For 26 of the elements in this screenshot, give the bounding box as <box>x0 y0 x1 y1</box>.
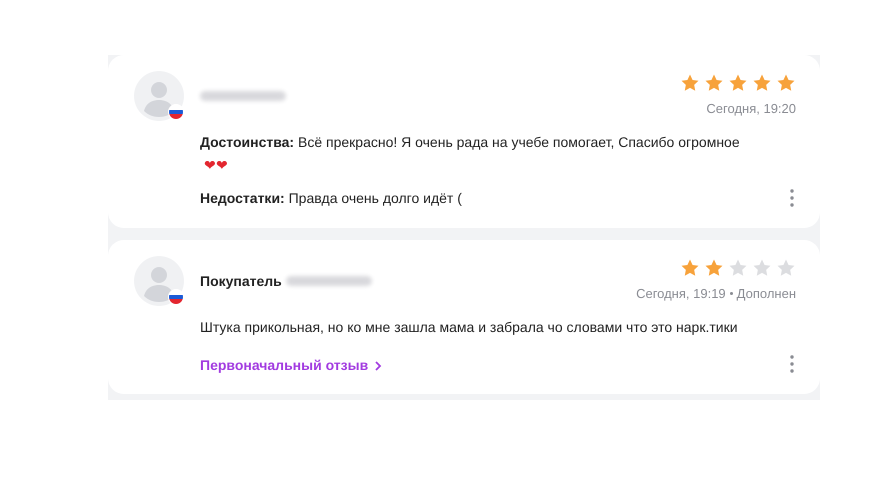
avatar-icon <box>134 256 184 306</box>
star-icon <box>680 258 700 278</box>
more-options-button[interactable] <box>788 354 796 374</box>
author-name: Покупатель <box>200 272 282 291</box>
star-icon <box>704 73 724 93</box>
russia-flag-icon <box>168 104 184 120</box>
star-icon <box>776 73 796 93</box>
star-icon <box>680 73 700 93</box>
more-options-button[interactable] <box>788 188 796 208</box>
review-date: Сегодня, 19:20 <box>706 100 796 118</box>
review-status: Дополнен <box>736 285 796 303</box>
review-date: Сегодня, 19:19 <box>636 285 726 303</box>
star-icon <box>752 258 772 278</box>
star-icon <box>728 73 748 93</box>
more-icon <box>790 355 794 373</box>
review-text: Достоинства: Всё прекрасно! Я очень рада на учебе помогает, Спасибо огромное ❤❤ <box>200 133 741 175</box>
star-icon <box>776 258 796 278</box>
original-review-link[interactable]: Первоначальный отзыв <box>200 355 384 376</box>
more-icon <box>790 189 794 207</box>
star-icon <box>752 73 772 93</box>
avatar-icon <box>134 71 184 121</box>
review-text: Штука прикольная, но ко мне зашла мама и забрала чо словами что это нарк.тики <box>200 318 739 337</box>
star-icon <box>704 258 724 278</box>
russia-flag-icon <box>168 289 184 305</box>
review-text: Недостатки: Правда очень долго идёт ( <box>200 189 463 208</box>
star-icon <box>728 258 748 278</box>
